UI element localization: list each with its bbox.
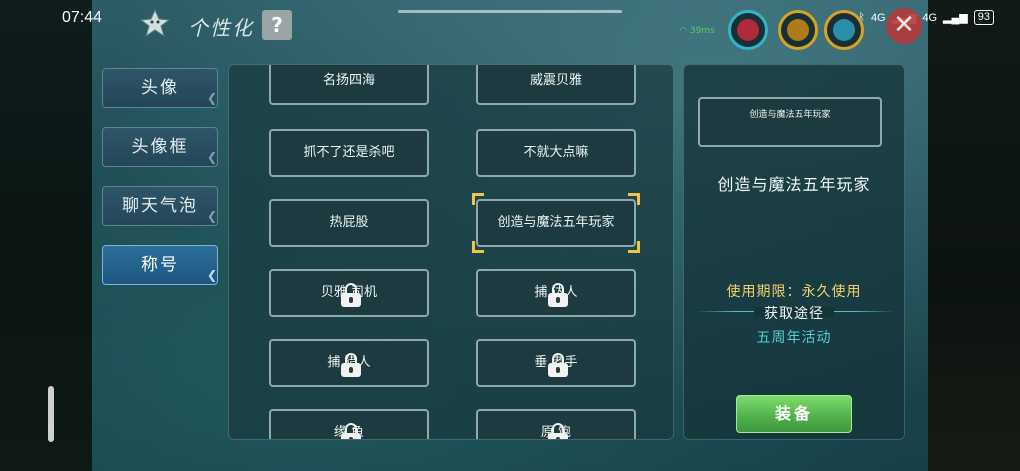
hunger-ring[interactable] [778, 10, 818, 50]
selection-corner [472, 193, 484, 205]
validity-text: 使用期限：永久使用 [726, 284, 862, 300]
signal-icon-2: ▂▄▆ [943, 12, 968, 24]
title-item[interactable]: 抓不了还是杀吧 [269, 129, 429, 177]
tab-avatar[interactable]: 头像 [102, 68, 219, 117]
equip-button[interactable]: 装备 [736, 395, 852, 433]
title-item-locked[interactable]: 垂 老手 [476, 339, 636, 387]
title-item-locked[interactable]: 缘 鱼 [269, 409, 429, 439]
status-time: 07:44 [62, 9, 103, 26]
title-item[interactable]: 名扬四海 [269, 65, 429, 105]
lock-icon [341, 423, 361, 439]
selection-corner [628, 193, 640, 205]
food-icon [787, 19, 809, 41]
water-drop-icon [833, 19, 855, 41]
title-preview: 创造与魔法五年玩家 [698, 97, 882, 147]
lock-icon [548, 423, 568, 439]
obtain-method: 五周年活动 [756, 330, 832, 346]
tab-avatar-frame[interactable]: 头像框 [102, 127, 219, 176]
side-handle[interactable] [48, 386, 54, 442]
title-list-panel[interactable]: 名扬四海 威震贝雅 抓不了还是杀吧 不就大点嘛 热屁股 创造与魔法五年玩家 贝雅… [228, 64, 674, 440]
network-indicator-1: 4G [870, 11, 886, 24]
tab-chat-bubble[interactable]: 聊天气泡 [102, 186, 219, 235]
scene-left-edge [0, 0, 92, 471]
scene-right-edge [928, 0, 1020, 471]
water-ring[interactable] [824, 10, 864, 50]
selection-corner [628, 241, 640, 253]
title-item-locked[interactable]: 原 饱 [476, 409, 636, 439]
top-handle-bar [398, 10, 622, 13]
close-button[interactable]: ✕ [886, 8, 922, 44]
title-item-locked[interactable]: 捕 猎人 [269, 339, 429, 387]
star-emblem-icon [140, 8, 170, 38]
title-detail-panel: 创造与魔法五年玩家 创造与魔法五年玩家 使用期限：永久使用 获取途径 五周年活动… [683, 64, 905, 440]
help-button[interactable]: ? [262, 10, 292, 40]
title-item[interactable]: 不就大点嘛 [476, 129, 636, 177]
network-indicator-2: 4G [922, 11, 938, 24]
selection-corner [472, 241, 484, 253]
lock-icon [548, 353, 568, 377]
close-icon: ✕ [893, 10, 915, 40]
tab-title[interactable]: 称号 [102, 245, 219, 294]
lock-icon [341, 283, 361, 307]
page-title: 个性化 [188, 16, 254, 40]
heart-icon [737, 19, 759, 41]
title-name: 创造与魔法五年玩家 [717, 175, 871, 194]
wifi-icon: ◜◝ [680, 26, 687, 36]
obtain-label: 获取途径 [764, 306, 824, 322]
title-item-locked[interactable]: 贝雅 司机 [269, 269, 429, 317]
title-item[interactable]: 威震贝雅 [476, 65, 636, 105]
title-item[interactable]: 热屁股 [269, 199, 429, 247]
title-item-locked[interactable]: 捕 达人 [476, 269, 636, 317]
latency-text: 39ms [689, 26, 715, 36]
status-icons: ᛒ 4G ▂▄▆ 4G ▂▄▆ 93 [858, 10, 994, 25]
title-item-selected[interactable]: 创造与魔法五年玩家 [476, 199, 636, 247]
battery-indicator: 93 [973, 10, 994, 25]
lock-icon [341, 353, 361, 377]
health-ring[interactable] [728, 10, 768, 50]
latency-indicator: ◜◝ 39ms [680, 26, 715, 36]
lock-icon [548, 283, 568, 307]
